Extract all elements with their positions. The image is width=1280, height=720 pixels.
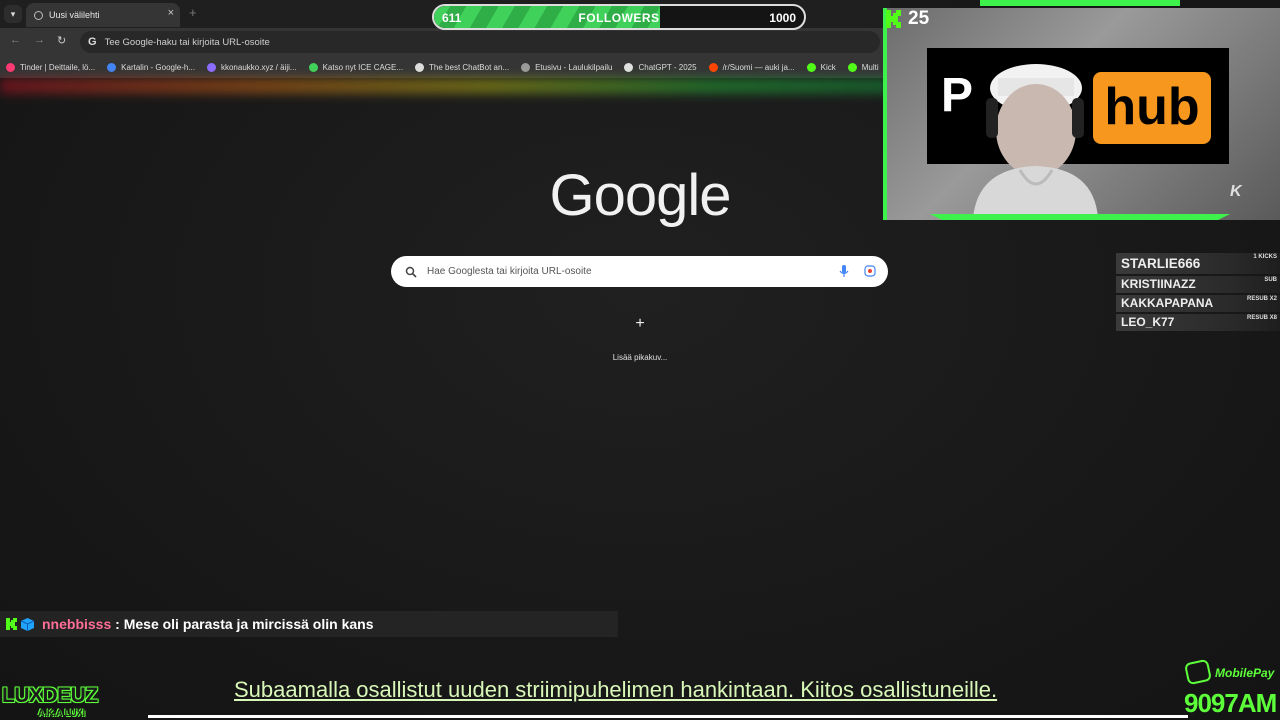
bookmark-label: Kick [820, 62, 836, 72]
recent-event-row: LEO_K77 RESUB X8 [1116, 314, 1280, 331]
recent-event-tag: 1 KICKS [1253, 254, 1277, 260]
cube-badge-icon [21, 617, 34, 631]
address-bar[interactable]: G Tee Google-haku tai kirjoita URL-osoit… [80, 31, 880, 53]
back-icon[interactable]: ← [10, 34, 21, 46]
bookmark-item[interactable]: The best ChatBot an... [415, 62, 510, 72]
new-tab-button[interactable]: + [189, 5, 197, 20]
browser-toolbar: ← → ↻ G Tee Google-haku tai kirjoita URL… [0, 28, 890, 56]
bookmark-label: Kartalin - Google-h... [121, 62, 195, 72]
microphone-icon[interactable] [838, 264, 850, 278]
bookmark-favicon-icon [206, 62, 216, 72]
add-shortcut-label[interactable]: Lisää pikakuv... [560, 353, 720, 362]
recent-event-name: KRISTIINAZZ [1121, 277, 1196, 291]
bookmarks-bar: Tinder | Deittaile, lö... Kartalin - Goog… [0, 56, 890, 78]
recent-event-row: KAKKAPAPANA RESUB X2 [1116, 295, 1280, 312]
streamer-silhouette [973, 64, 1098, 218]
mobilepay-label: MobilePay [1215, 666, 1275, 680]
forward-icon[interactable]: → [34, 34, 45, 46]
add-shortcut-button[interactable]: + [630, 315, 650, 335]
bookmark-item[interactable]: /r/Suomi — auki ja... [708, 62, 795, 72]
bookmark-favicon-icon [521, 62, 531, 72]
bookmark-item[interactable]: Kartalin - Google-h... [107, 62, 195, 72]
tab-title: Uusi välilehti [49, 10, 100, 20]
channel-brand-sub: A.K.A LUXI [38, 708, 86, 718]
recent-event-tag: RESUB X2 [1246, 296, 1277, 302]
tab-close-icon[interactable]: × [168, 7, 174, 19]
viewer-counter: 25 [886, 8, 929, 30]
bookmark-item[interactable]: Etusivu - Laulukilpailu [521, 62, 613, 72]
tab-new-tab[interactable]: Uusi välilehti × [26, 3, 180, 27]
bookmark-favicon-icon [107, 62, 117, 72]
bookmark-item[interactable]: ChatGPT - 2025 [624, 62, 697, 72]
stream-screen: { "browser": { "tab_title": "Uusi välile… [0, 0, 1280, 720]
webcam-frame-bottom [930, 214, 1230, 220]
search-placeholder: Hae Googlesta tai kirjoita URL-osoite [427, 266, 592, 277]
bookmark-item[interactable]: Katso nyt ICE CAGE... [308, 62, 404, 72]
kick-logo-icon [886, 10, 901, 28]
follower-goal-bar: 611 FOLLOWERS 1000 [432, 4, 806, 30]
reload-icon[interactable]: ↻ [57, 34, 66, 47]
bookmark-item[interactable]: Tinder | Deittaile, lö... [6, 62, 96, 72]
bookmark-label: kkonaukko.xyz / äiji... [220, 62, 297, 72]
recent-event-row: STARLIE666 1 KICKS [1116, 253, 1280, 274]
chat-separator: : [111, 616, 124, 632]
rgb-glow-strip [0, 78, 890, 94]
chat-username: nnebbisss [42, 616, 112, 632]
bookmark-label: Katso nyt ICE CAGE... [322, 62, 404, 72]
recent-event-tag: RESUB X8 [1246, 315, 1277, 321]
tab-search-button[interactable]: ▾ [4, 5, 22, 23]
recent-event-row: KRISTIINAZZ SUB [1116, 276, 1280, 293]
bookmark-favicon-icon [708, 62, 718, 72]
poster-hub-text: hub [1093, 72, 1211, 144]
ticker-underline [148, 715, 1188, 718]
follower-goal-label: FOLLOWERS [578, 11, 660, 25]
bookmark-label: Tinder | Deittaile, lö... [20, 62, 96, 72]
bookmark-favicon-icon [624, 62, 634, 72]
ticker-text: Subaamalla osallistut uuden striimipuhel… [234, 677, 998, 702]
bookmark-favicon-icon [308, 62, 318, 72]
search-icon [405, 266, 417, 278]
bookmark-item[interactable]: Kick [806, 62, 836, 72]
bookmark-label: The best ChatBot an... [429, 62, 510, 72]
ntp-search-box[interactable]: Hae Googlesta tai kirjoita URL-osoite [391, 256, 888, 287]
viewer-count: 25 [908, 8, 930, 29]
webcam-frame-top [980, 0, 1180, 6]
google-lens-icon[interactable] [864, 265, 876, 277]
mobilepay-code: 9097AM [1184, 688, 1277, 718]
recent-event-tag: SUB [1264, 277, 1277, 283]
bookmark-label: /r/Suomi — auki ja... [722, 62, 795, 72]
chat-text: Mese oli parasta ja mircissä olin kans [123, 616, 374, 632]
channel-brand: LUXDEUZ [2, 684, 98, 707]
kick-badge-icon [6, 618, 17, 630]
recent-events-list: STARLIE666 1 KICKS KRISTIINAZZ SUB KAKKAPAPA… [1116, 253, 1280, 333]
bookmark-label: ChatGPT - 2025 [638, 62, 697, 72]
bookmark-item[interactable]: Multi [847, 62, 879, 72]
bookmark-favicon-icon [806, 62, 816, 72]
google-g-icon: G [88, 36, 97, 48]
bookmark-favicon-icon [847, 62, 857, 72]
bookmark-label: Etusivu - Laulukilpailu [535, 62, 613, 72]
bookmark-favicon-icon [415, 62, 425, 72]
kick-watermark-icon: K [1230, 183, 1242, 200]
bookmark-favicon-icon [6, 62, 15, 72]
address-placeholder: Tee Google-haku tai kirjoita URL-osoite [104, 36, 270, 48]
chat-message: nnebbisss : Mese oli parasta ja mircissä… [0, 611, 618, 637]
mobilepay-icon [1183, 658, 1213, 686]
follower-goal-target: 1000 [769, 11, 796, 25]
bookmark-item[interactable]: kkonaukko.xyz / äiji... [206, 62, 297, 72]
chrome-icon [34, 10, 43, 20]
bookmark-label: Multi [861, 62, 879, 72]
